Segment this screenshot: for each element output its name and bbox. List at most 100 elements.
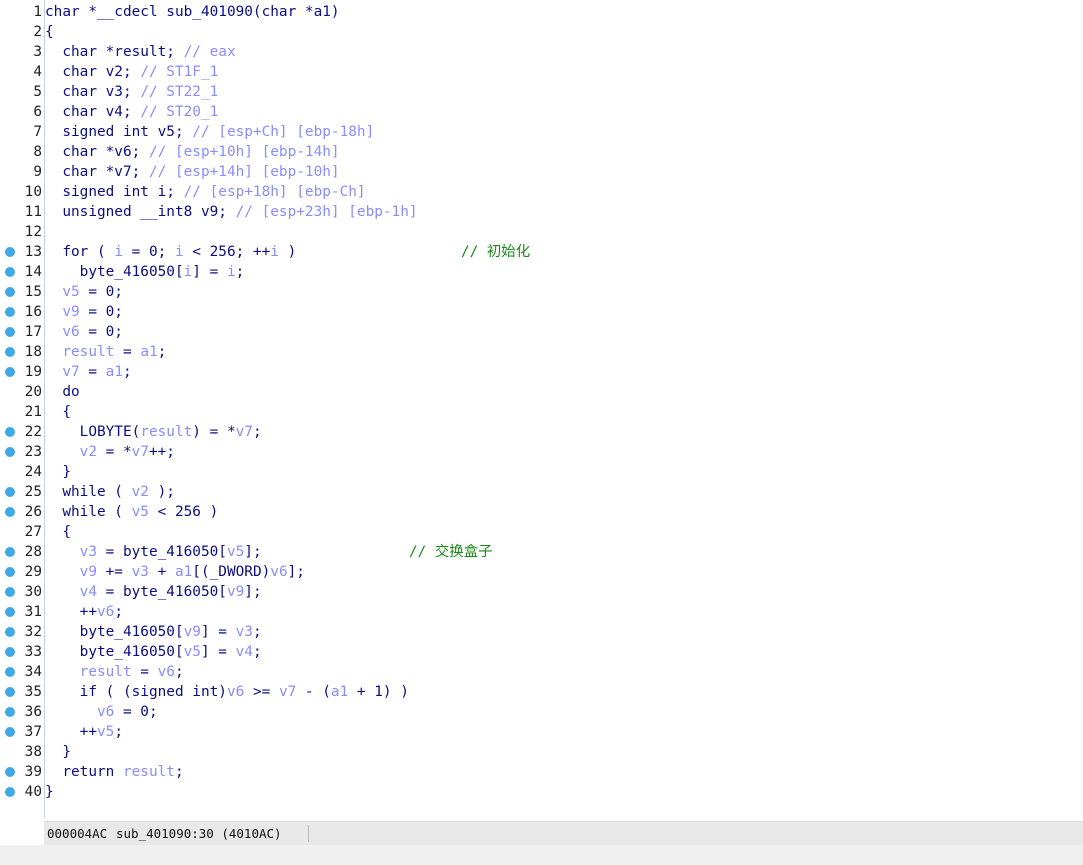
line-number: 8 — [33, 144, 42, 160]
code-text[interactable]: unsigned __int8 v9; // [esp+23h] [ebp-1h… — [45, 202, 417, 222]
code-text[interactable]: v9 = 0; — [45, 302, 123, 322]
code-line[interactable]: 14 byte_416050[i] = i; — [0, 262, 1083, 282]
line-number: 39 — [24, 764, 42, 780]
code-line[interactable]: 8 char *v6; // [esp+10h] [ebp-14h] — [0, 142, 1083, 162]
code-line[interactable]: 4 char v2; // ST1F_1 — [0, 62, 1083, 82]
code-line[interactable]: 29 v9 += v3 + a1[(_DWORD)v6]; — [0, 562, 1083, 582]
code-text[interactable]: v5 = 0; — [45, 282, 123, 302]
code-line[interactable]: 11 unsigned __int8 v9; // [esp+23h] [ebp… — [0, 202, 1083, 222]
code-line[interactable]: 22 LOBYTE(result) = *v7; — [0, 422, 1083, 442]
code-token: ; — [114, 604, 123, 620]
code-line[interactable]: 21 { — [0, 402, 1083, 422]
code-line[interactable]: 2{ — [0, 22, 1083, 42]
code-text[interactable]: byte_416050[v9] = v3; — [45, 622, 262, 642]
code-text[interactable]: signed int v5; // [esp+Ch] [ebp-18h] — [45, 122, 374, 142]
code-line[interactable]: 37 ++v5; — [0, 722, 1083, 742]
code-line[interactable]: 26 while ( v5 < 256 ) — [0, 502, 1083, 522]
code-text[interactable]: char *v6; // [esp+10h] [ebp-14h] — [45, 142, 339, 162]
code-text[interactable]: { — [45, 522, 71, 542]
code-line[interactable]: 19 v7 = a1; — [0, 362, 1083, 382]
code-line[interactable]: 5 char v3; // ST22_1 — [0, 82, 1083, 102]
code-text[interactable]: v7 = a1; — [45, 362, 131, 382]
code-line[interactable]: 25 while ( v2 ); — [0, 482, 1083, 502]
code-line[interactable]: 7 signed int v5; // [esp+Ch] [ebp-18h] — [0, 122, 1083, 142]
code-line[interactable]: 38 } — [0, 742, 1083, 762]
code-text[interactable]: return result; — [45, 762, 183, 782]
code-text[interactable]: } — [45, 742, 71, 762]
code-text[interactable]: char v2; // ST1F_1 — [45, 62, 218, 82]
code-line[interactable]: 39 return result; — [0, 762, 1083, 782]
code-line[interactable]: 16 v9 = 0; — [0, 302, 1083, 322]
code-token: < 256 ) — [148, 504, 219, 520]
code-token: { — [45, 404, 71, 420]
code-text[interactable]: if ( (signed int)v6 >= v7 - (a1 + 1) ) — [45, 682, 409, 702]
code-line[interactable]: 23 v2 = *v7++; — [0, 442, 1083, 462]
line-number: 26 — [24, 504, 42, 520]
code-text[interactable]: v2 = *v7++; — [45, 442, 175, 462]
code-line[interactable]: 36 v6 = 0; — [0, 702, 1083, 722]
code-line[interactable]: 35 if ( (signed int)v6 >= v7 - (a1 + 1) … — [0, 682, 1083, 702]
code-text[interactable]: v4 = byte_416050[v9]; — [45, 582, 262, 602]
code-line[interactable]: 10 signed int i; // [esp+18h] [ebp-Ch] — [0, 182, 1083, 202]
code-text[interactable]: char v4; // ST20_1 — [45, 102, 218, 122]
code-token: = — [114, 344, 141, 360]
code-text[interactable]: do — [45, 382, 79, 402]
code-line[interactable]: 6 char v4; // ST20_1 — [0, 102, 1083, 122]
code-line[interactable]: 27 { — [0, 522, 1083, 542]
code-token: >= — [244, 684, 279, 700]
code-text[interactable]: ++v5; — [45, 722, 123, 742]
code-text[interactable]: char *result; // eax — [45, 42, 235, 62]
code-text[interactable]: v6 = 0; — [45, 322, 123, 342]
code-token: ++ — [45, 724, 97, 740]
code-line[interactable]: 28 v3 = byte_416050[v5]; // 交换盒子 — [0, 542, 1083, 562]
code-text[interactable]: char v3; // ST22_1 — [45, 82, 218, 102]
code-text[interactable]: } — [45, 462, 71, 482]
code-line[interactable]: 33 byte_416050[v5] = v4; — [0, 642, 1083, 662]
code-line[interactable]: 31 ++v6; — [0, 602, 1083, 622]
code-line[interactable]: 34 result = v6; — [0, 662, 1083, 682]
code-text[interactable]: v6 = 0; — [45, 702, 158, 722]
code-text[interactable]: while ( v5 < 256 ) — [45, 502, 218, 522]
code-line[interactable]: 3 char *result; // eax — [0, 42, 1083, 62]
code-line[interactable]: 15 v5 = 0; — [0, 282, 1083, 302]
code-text[interactable]: } — [45, 782, 54, 802]
code-line[interactable]: 9 char *v7; // [esp+14h] [ebp-10h] — [0, 162, 1083, 182]
code-token: = 0; — [122, 244, 175, 260]
code-line[interactable]: 20 do — [0, 382, 1083, 402]
code-text[interactable]: byte_416050[i] = i; — [45, 262, 245, 282]
code-text[interactable]: v9 += v3 + a1[(_DWORD)v6]; — [45, 562, 305, 582]
code-line[interactable]: 12 — [0, 222, 1083, 242]
code-comment-text: 交换盒子 — [434, 544, 493, 560]
code-line[interactable]: 1 char *__cdecl sub_401090(char *a1) — [0, 2, 1083, 22]
code-text[interactable]: signed int i; // [esp+18h] [ebp-Ch] — [45, 182, 365, 202]
code-text[interactable]: ++v6; — [45, 602, 123, 622]
code-text[interactable]: result = v6; — [45, 662, 184, 682]
code-text[interactable]: v3 = byte_416050[v5]; // 交换盒子 — [45, 542, 493, 562]
line-number: 27 — [24, 524, 42, 540]
code-line[interactable]: 13 for ( i = 0; i < 256; ++i ) // 初始化 — [0, 242, 1083, 262]
line-number: 12 — [24, 224, 42, 240]
code-token: unsigned __int8 v9; — [45, 204, 236, 220]
code-line[interactable]: 40} — [0, 782, 1083, 802]
code-line[interactable]: 30 v4 = byte_416050[v9]; — [0, 582, 1083, 602]
code-line[interactable]: 32 byte_416050[v9] = v3; — [0, 622, 1083, 642]
code-text[interactable]: LOBYTE(result) = *v7; — [45, 422, 262, 442]
code-text[interactable]: { — [45, 22, 54, 42]
code-text[interactable]: { — [45, 402, 71, 422]
code-line[interactable]: 17 v6 = 0; — [0, 322, 1083, 342]
code-text[interactable]: while ( v2 ); — [45, 482, 175, 502]
code-text[interactable]: for ( i = 0; i < 256; ++i ) // 初始化 — [45, 242, 530, 262]
line-number: 21 — [24, 404, 42, 420]
pseudocode-view[interactable]: 1 char *__cdecl sub_401090(char *a1) 2{3 c… — [0, 0, 1083, 818]
code-text[interactable]: byte_416050[v5] = v4; — [45, 642, 262, 662]
code-line[interactable]: 24 } — [0, 462, 1083, 482]
code-variable: v5 — [62, 284, 80, 300]
code-text[interactable]: result = a1; — [45, 342, 166, 362]
code-text[interactable]: char *v7; // [esp+14h] [ebp-10h] — [45, 162, 339, 182]
code-token: ] = — [200, 644, 236, 660]
code-variable: v6 — [226, 684, 245, 700]
code-comment: // ST22_1 — [140, 84, 219, 100]
code-text[interactable]: char *__cdecl sub_401090(char *a1) — [45, 2, 340, 22]
code-line[interactable]: 18 result = a1; — [0, 342, 1083, 362]
